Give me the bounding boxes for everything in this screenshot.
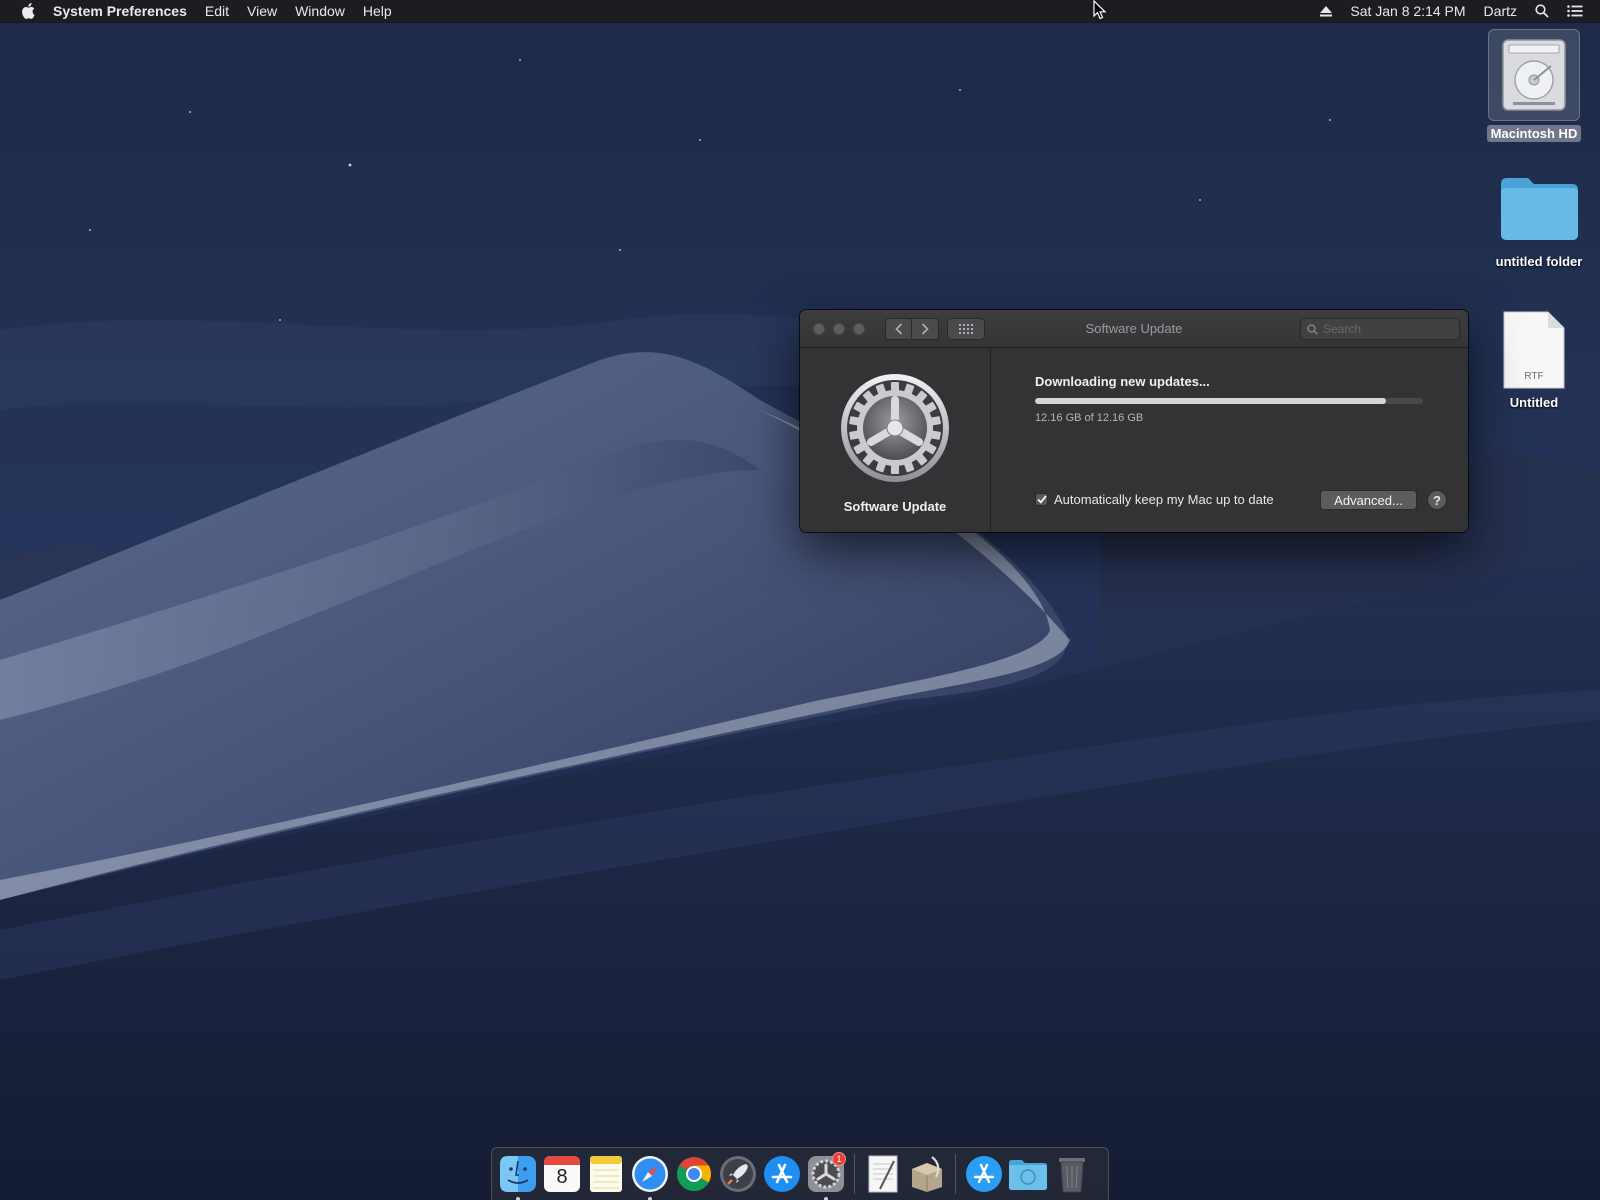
grid-icon: [959, 323, 973, 334]
chevron-left-icon: [894, 322, 902, 335]
pane-name: Software Update: [843, 499, 947, 514]
menu-help[interactable]: Help: [354, 0, 401, 22]
dock-item-textedit[interactable]: [861, 1152, 905, 1196]
finder-icon: [500, 1156, 536, 1192]
dock-item-finder[interactable]: [496, 1152, 540, 1200]
dock-item-safari[interactable]: [628, 1152, 672, 1200]
download-progress-fill: [1035, 398, 1387, 404]
desktop-wallpaper: [0, 0, 1600, 1200]
update-pane: Downloading new updates... 12.16 GB of 1…: [991, 348, 1468, 532]
dock-item-app-store-downloads[interactable]: [962, 1152, 1006, 1196]
dock-separator: [854, 1154, 855, 1194]
pane-identity: Software Update: [800, 348, 991, 532]
rtf-badge-text: RTF: [1524, 371, 1544, 382]
dock-item-chrome[interactable]: [672, 1152, 716, 1196]
dock-separator: [955, 1154, 956, 1194]
dock: 8 1: [491, 1147, 1109, 1200]
chrome-icon: [677, 1157, 711, 1191]
safari-icon: [632, 1156, 668, 1192]
spotlight-search-icon[interactable]: [1526, 0, 1558, 22]
download-progress-bar: [1035, 398, 1423, 404]
dock-item-installer[interactable]: [905, 1152, 949, 1196]
textedit-icon: [868, 1155, 898, 1193]
menubar-user[interactable]: Dartz: [1475, 0, 1526, 22]
installer-icon: [912, 1156, 942, 1192]
chevron-right-icon: [921, 322, 929, 335]
dock-item-trash[interactable]: [1050, 1152, 1094, 1196]
checkmark-icon: [1036, 495, 1047, 504]
app-store-downloads-icon: [966, 1156, 1002, 1192]
eject-icon[interactable]: [1311, 0, 1341, 22]
desktop-icon-label: Macintosh HD: [1486, 125, 1582, 142]
launchpad-icon: [720, 1156, 756, 1192]
auto-update-label: Automatically keep my Mac up to date: [1054, 492, 1274, 507]
menu-window[interactable]: Window: [286, 0, 354, 22]
update-status-text: Downloading new updates...: [1035, 374, 1210, 389]
calendar-date: 8: [556, 1166, 568, 1188]
notes-icon: [590, 1156, 622, 1192]
minimize-button[interactable]: [833, 322, 845, 335]
nav-buttons: [885, 317, 939, 340]
rtf-document-icon: RTF: [1502, 310, 1566, 390]
desktop-icon-macintosh-hd[interactable]: Macintosh HD: [1486, 29, 1582, 142]
desktop-icon-untitled-rtf[interactable]: RTF Untitled: [1494, 310, 1574, 411]
forward-button[interactable]: [912, 317, 939, 340]
apple-menu-icon[interactable]: [17, 0, 39, 22]
close-button[interactable]: [813, 322, 825, 335]
search-input[interactable]: [1323, 322, 1453, 336]
desktop-icon-label: Untitled: [1509, 395, 1559, 410]
calendar-icon: 8: [544, 1156, 580, 1192]
mouse-cursor-icon: [1093, 0, 1107, 25]
help-button[interactable]: ?: [1427, 490, 1447, 510]
search-icon: [1307, 323, 1318, 335]
auto-update-checkbox[interactable]: [1035, 493, 1048, 506]
menu-app-name[interactable]: System Preferences: [53, 0, 196, 22]
notification-badge: 1: [832, 1152, 846, 1166]
dock-item-notes[interactable]: [584, 1152, 628, 1196]
downloads-folder-icon: [1009, 1160, 1047, 1190]
auto-update-row: Automatically keep my Mac up to date: [1035, 492, 1274, 507]
zoom-button[interactable]: [853, 322, 865, 335]
menu-bar: System Preferences Edit View Window Help…: [0, 0, 1600, 22]
gear-icon: [839, 372, 951, 489]
dock-item-launchpad[interactable]: [716, 1152, 760, 1196]
menu-view[interactable]: View: [238, 0, 286, 22]
folder-icon: [1498, 172, 1580, 249]
app-store-icon: [764, 1156, 800, 1192]
menu-edit[interactable]: Edit: [196, 0, 238, 22]
desktop-icon-label: untitled folder: [1495, 254, 1583, 269]
desktop-icon-untitled-folder[interactable]: untitled folder: [1484, 172, 1594, 270]
search-field[interactable]: [1300, 318, 1460, 340]
software-update-window: Software Update Search Software Update D…: [800, 310, 1468, 532]
hard-drive-icon: [1488, 29, 1580, 121]
menubar-clock[interactable]: Sat Jan 8 2:14 PM: [1341, 0, 1474, 22]
dock-item-app-store[interactable]: [760, 1152, 804, 1196]
show-all-button[interactable]: [947, 317, 985, 340]
dock-item-calendar[interactable]: 8: [540, 1152, 584, 1196]
dock-item-downloads[interactable]: [1006, 1152, 1050, 1196]
dock-item-system-preferences[interactable]: 1: [804, 1152, 848, 1200]
back-button[interactable]: [885, 317, 912, 340]
window-controls: [813, 322, 865, 335]
advanced-button[interactable]: Advanced...: [1320, 490, 1417, 510]
download-progress-text: 12.16 GB of 12.16 GB: [1035, 412, 1144, 424]
window-titlebar[interactable]: Software Update: [800, 310, 1468, 348]
trash-icon: [1059, 1158, 1085, 1193]
notification-center-icon[interactable]: [1558, 0, 1592, 22]
